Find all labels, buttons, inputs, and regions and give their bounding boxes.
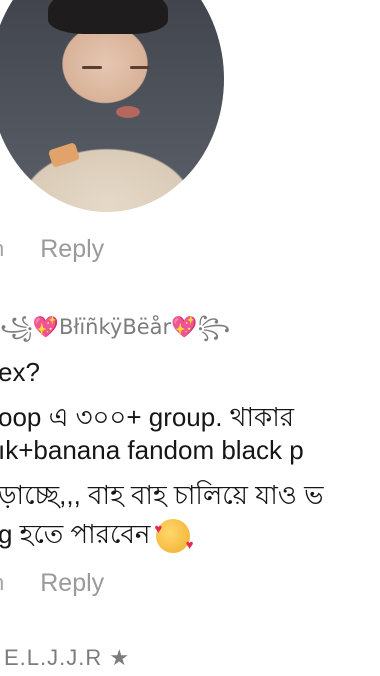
comment-actions: h Reply [0,568,104,598]
comment-username[interactable]: E.L.J.J.R ★ [4,645,130,671]
comment-text-line-last: g হতে পারবেন [0,514,193,558]
smiling-face-with-hearts-icon [154,519,193,554]
avatar-eye-right [130,66,150,69]
reply-button[interactable]: Reply [40,235,104,264]
reply-button[interactable]: Reply [40,569,104,598]
username-prefix: ꧁ [0,315,33,339]
comment-text-line: ড়াচ্ছে,,, বাহ বাহ চালিয়ে যাও ভ [0,480,324,510]
comment-text-line: ık+banana fandom black p [0,435,304,465]
heart-icon: 💖 [171,315,198,339]
username-suffix: ꧂ [197,315,231,339]
avatar-shirt-print [47,142,81,168]
avatar-hair [48,0,168,34]
timestamp: h [0,236,4,262]
heart-icon: 💖 [32,315,59,339]
avatar-eye-left [82,66,102,69]
comment-text-line: g হতে পারবেন [0,519,151,549]
comment-text-line: ex? [0,357,40,387]
timestamp: h [0,570,4,596]
comment-username[interactable]: ꧁💖BłïñkÿBëår💖꧂ [0,311,230,354]
avatar-mouth [116,106,140,118]
comment-actions: h Reply [0,234,104,264]
username-text: BłïñkÿBëår [58,315,172,339]
commenter-avatar[interactable] [0,0,224,212]
